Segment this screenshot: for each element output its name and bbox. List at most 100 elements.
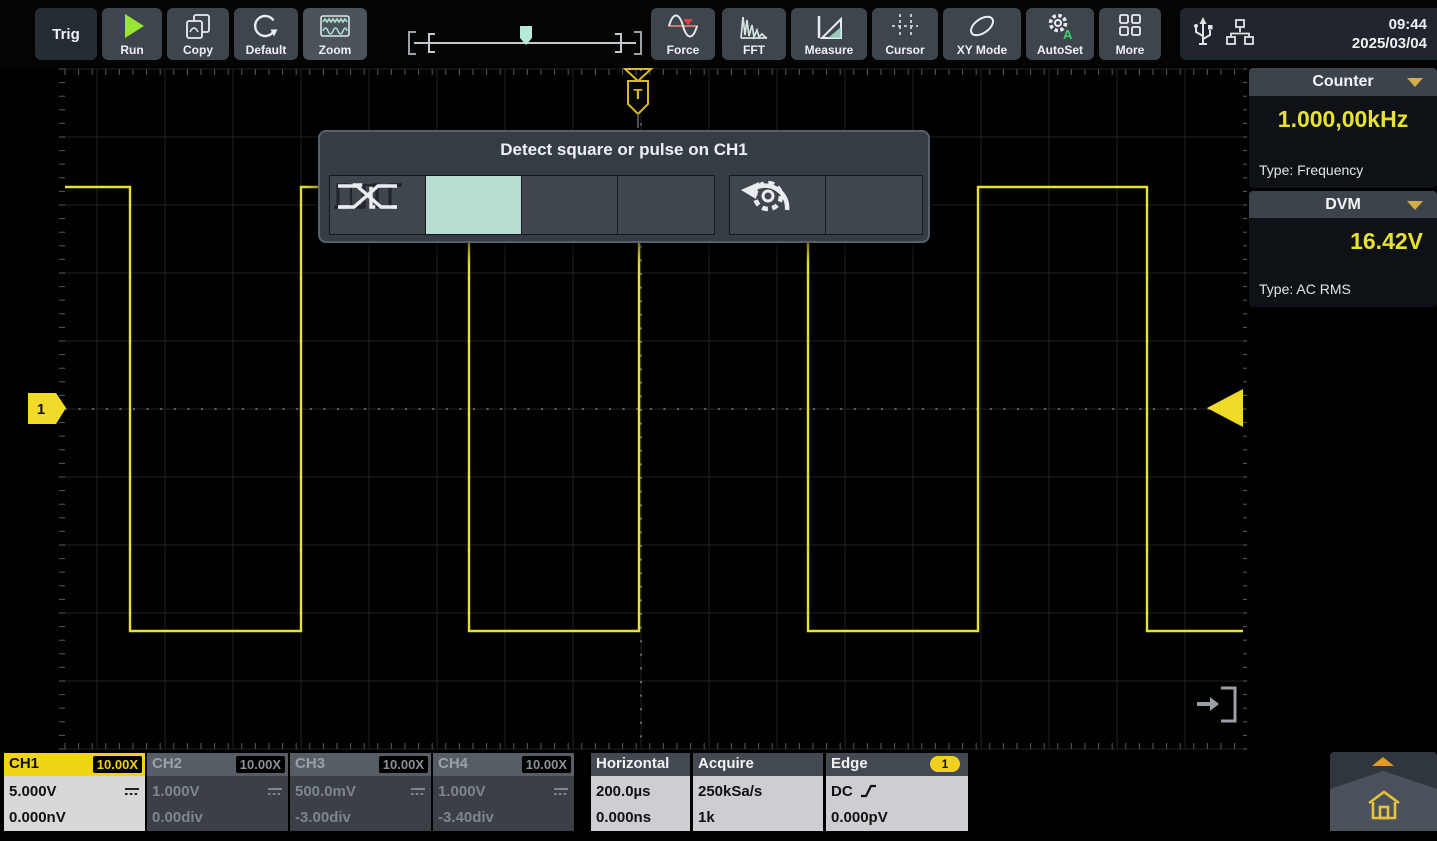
dc-coupling-icon xyxy=(267,785,283,797)
trig-label: Trig xyxy=(52,28,80,41)
autoset-button[interactable]: A AutoSet xyxy=(1026,8,1094,60)
dc-coupling-icon xyxy=(553,785,569,797)
scope-display: T 1 Detect square or pulse on CH1 xyxy=(0,66,1247,752)
edge-level: 0.000pV xyxy=(831,809,888,826)
edge-coupling: DC xyxy=(831,783,853,800)
dvm-value: 16.42V xyxy=(1249,218,1437,255)
cursor-icon xyxy=(872,8,938,44)
channel3-panel[interactable]: CH3 10.00X 500.0mV -3.00div xyxy=(290,753,431,831)
counter-body: 1.000,00kHz Type: Frequency xyxy=(1249,96,1437,188)
copy-icon xyxy=(167,8,229,44)
clock-time: 09:44 xyxy=(1352,15,1427,34)
acquire-title: Acquire xyxy=(698,755,754,772)
cursor-label: Cursor xyxy=(885,44,924,57)
acquire-memdepth: 1k xyxy=(698,809,715,826)
rising-edge-icon xyxy=(860,783,878,799)
horizontal-title: Horizontal xyxy=(596,755,669,772)
run-label: Run xyxy=(120,44,143,57)
horizontal-panel[interactable]: Horizontal 200.0µs 0.000ns xyxy=(591,753,690,831)
channel4-offset: -3.40div xyxy=(438,809,494,826)
dvm-title: DVM xyxy=(1325,196,1361,214)
channel4-panel[interactable]: CH4 10.00X 1.000V -3.40div xyxy=(433,753,574,831)
measure-button[interactable]: Measure xyxy=(791,8,867,60)
more-button[interactable]: More xyxy=(1099,8,1161,60)
fft-label: FFT xyxy=(743,44,765,57)
autoset-gear-icon: A xyxy=(1026,8,1094,44)
trig-button[interactable]: Trig xyxy=(35,8,97,60)
acquire-panel[interactable]: Acquire 250kSa/s 1k xyxy=(693,753,823,831)
zoom-label: Zoom xyxy=(319,44,352,57)
cursor-button[interactable]: Cursor xyxy=(872,8,938,60)
toolbar: Trig Run Copy xyxy=(0,0,1437,66)
horizontal-timebase: 200.0µs xyxy=(596,783,651,800)
trigger-position-marker[interactable]: T xyxy=(625,69,651,128)
fft-button[interactable]: FFT xyxy=(722,8,786,60)
force-label: Force xyxy=(667,44,700,57)
channel1-level-marker[interactable]: 1 xyxy=(28,393,66,424)
channel1-scale: 5.000V xyxy=(9,783,57,800)
trigger-marker-label: T xyxy=(633,86,642,103)
channel2-name: CH2 xyxy=(152,755,182,772)
collapse-up-icon[interactable] xyxy=(1372,757,1394,766)
dc-coupling-icon xyxy=(410,785,426,797)
home-icon[interactable] xyxy=(1366,788,1402,829)
channel2-probe-badge: 10.00X xyxy=(236,756,285,773)
clock-date: 2025/03/04 xyxy=(1352,34,1427,53)
channel1-panel[interactable]: CH1 10.00X 5.000V 0.000nV xyxy=(4,753,145,831)
wave-type-group xyxy=(329,175,715,235)
run-button[interactable]: Run xyxy=(102,8,162,60)
acquire-samplerate: 250kSa/s xyxy=(698,783,762,800)
edge-title: Edge xyxy=(831,755,868,772)
channel2-panel[interactable]: CH2 10.00X 1.000V 0.00div xyxy=(147,753,288,831)
zoom-waveform-icon xyxy=(303,8,367,44)
edge-trigger-panel[interactable]: Edge 1 DC 0.000pV xyxy=(826,753,968,831)
expand-menu-icon[interactable] xyxy=(1197,688,1235,721)
channel1-probe-badge: 10.00X xyxy=(93,756,142,773)
falling-ramp-button[interactable] xyxy=(618,176,714,234)
dvm-header[interactable]: DVM xyxy=(1249,191,1437,218)
channel1-marker-label: 1 xyxy=(37,401,45,418)
dc-coupling-icon xyxy=(124,785,140,797)
counter-title: Counter xyxy=(1312,73,1373,91)
dvm-body: 16.42V Type: AC RMS xyxy=(1249,218,1437,307)
oscilloscope-app: Trig Run Copy xyxy=(0,0,1437,841)
home-tab[interactable] xyxy=(1330,752,1437,831)
measure-label: Measure xyxy=(805,44,854,57)
horizontal-delay: 0.000ns xyxy=(596,809,651,826)
channel3-name: CH3 xyxy=(295,755,325,772)
trigger-position-slider[interactable] xyxy=(402,8,648,60)
more-grid-icon xyxy=(1099,8,1161,44)
measure-icon xyxy=(791,8,867,44)
square-wave-button[interactable] xyxy=(426,176,522,234)
copy-button[interactable]: Copy xyxy=(167,8,229,60)
rising-ramp-button[interactable] xyxy=(522,176,618,234)
channel1-name: CH1 xyxy=(9,755,39,772)
lan-icon xyxy=(1224,16,1256,53)
force-button[interactable]: Force xyxy=(651,8,715,60)
force-trigger-icon xyxy=(651,8,715,44)
zoom-button[interactable]: Zoom xyxy=(303,8,367,60)
xy-mode-label: XY Mode xyxy=(957,44,1007,57)
xy-mode-button[interactable]: XY Mode xyxy=(943,8,1021,60)
run-play-icon xyxy=(102,8,162,44)
channel4-name: CH4 xyxy=(438,755,468,772)
chevron-down-icon xyxy=(1407,78,1423,87)
settings-gear-button[interactable] xyxy=(826,176,922,234)
svg-text:A: A xyxy=(1063,27,1073,41)
default-button[interactable]: Default xyxy=(234,8,298,60)
trigger-level-marker[interactable] xyxy=(1207,389,1243,427)
copy-label: Copy xyxy=(183,44,213,57)
channel3-scale: 500.0mV xyxy=(295,783,356,800)
fft-spectrum-icon xyxy=(722,8,786,44)
channel2-scale: 1.000V xyxy=(152,783,200,800)
dvm-panel: DVM 16.42V Type: AC RMS xyxy=(1249,191,1437,307)
default-label: Default xyxy=(246,44,287,57)
channel4-probe-badge: 10.00X xyxy=(522,756,571,773)
chevron-down-icon xyxy=(1407,201,1423,210)
clock: 09:44 2025/03/04 xyxy=(1352,15,1427,53)
edge-source-badge: 1 xyxy=(930,756,960,772)
counter-header[interactable]: Counter xyxy=(1249,68,1437,96)
xy-mode-icon xyxy=(943,8,1021,44)
counter-type: Type: Frequency xyxy=(1259,162,1363,178)
dialog-title: Detect square or pulse on CH1 xyxy=(320,140,928,160)
